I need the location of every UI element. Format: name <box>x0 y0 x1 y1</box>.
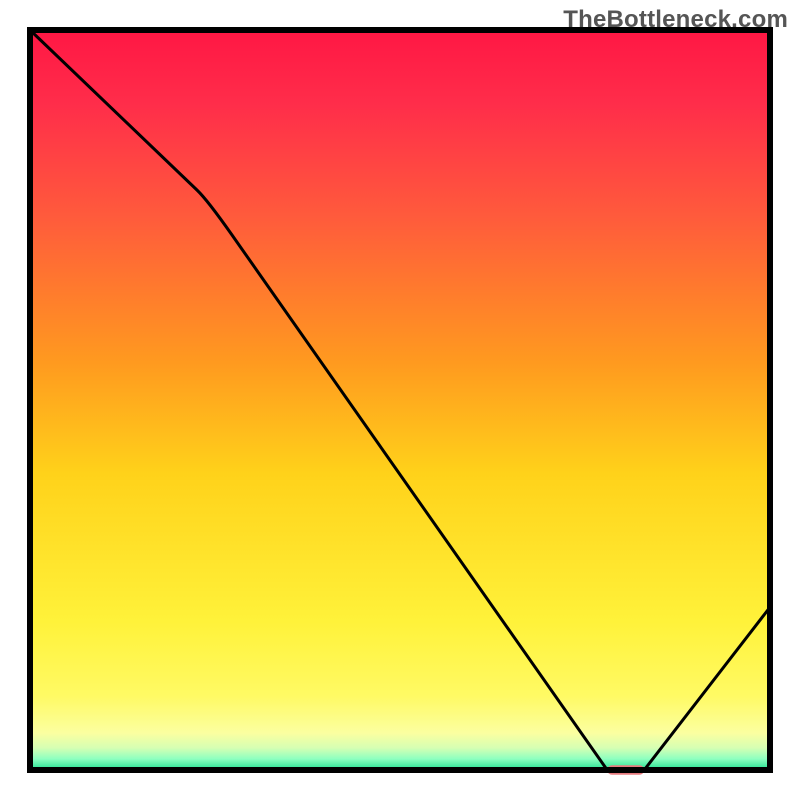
plot-background <box>30 30 770 770</box>
bottleneck-curve-chart <box>0 0 800 800</box>
watermark-text: TheBottleneck.com <box>563 6 788 34</box>
chart-container: TheBottleneck.com <box>0 0 800 800</box>
